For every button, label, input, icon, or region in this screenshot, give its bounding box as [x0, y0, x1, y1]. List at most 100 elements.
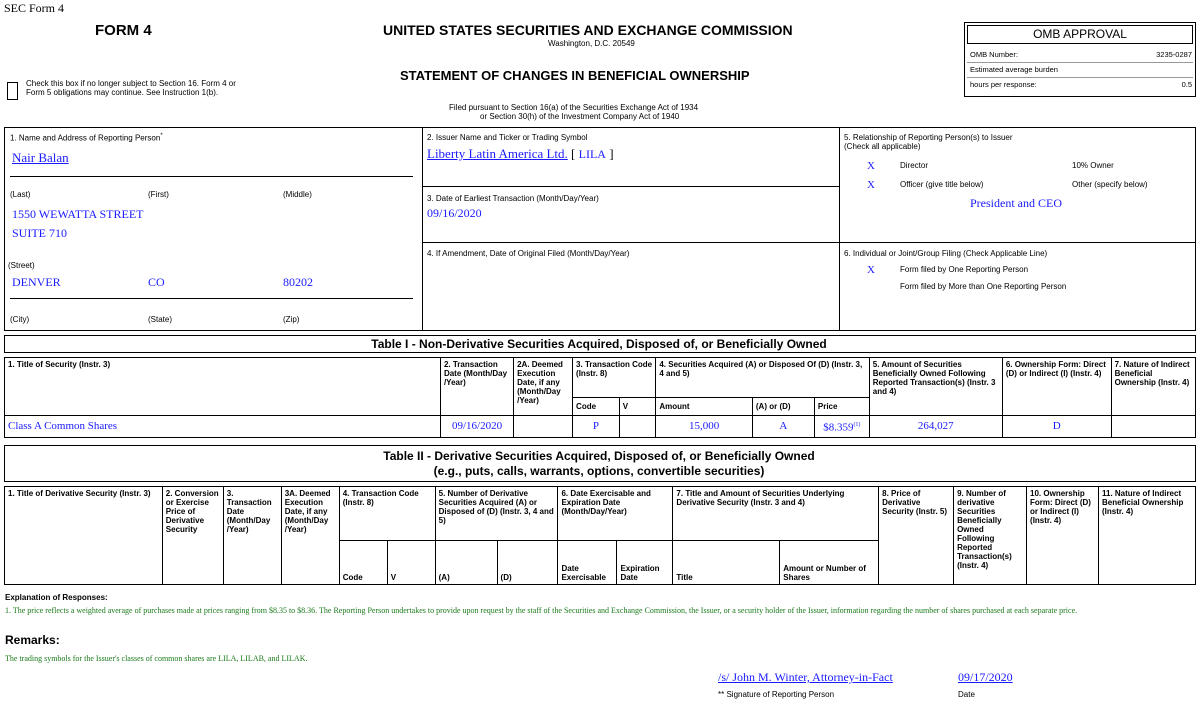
- t2-h-date-exercisable: Date Exercisable: [557, 540, 618, 585]
- director-label: Director: [900, 161, 929, 170]
- form-title: FORM 4: [95, 22, 152, 39]
- t1-amount: 15,000: [655, 415, 753, 438]
- t1-v: [618, 415, 657, 438]
- table2-subtitle: (e.g., puts, calls, warrants, options, c…: [433, 464, 765, 478]
- relationship-sublabel: (Check all applicable): [844, 142, 921, 151]
- t2-h-underlying-title: Title: [672, 540, 781, 585]
- filed-pursuant-line1: Filed pursuant to Section 16(a) of the S…: [449, 103, 699, 112]
- state-value: CO: [148, 275, 165, 289]
- remarks-text: The trading symbols for the Issuer's cla…: [5, 654, 308, 663]
- table1: 1. Title of Security (Instr. 3) 2. Trans…: [4, 357, 1197, 438]
- t2-h-expiration: Expiration Date: [616, 540, 674, 585]
- table1-title: Table I - Non-Derivative Securities Acqu…: [371, 337, 827, 351]
- t2-h-ownership-form: 10. Ownership Form: Direct (D) or Indire…: [1026, 486, 1099, 585]
- earliest-transaction-box: 3. Date of Earliest Transaction (Month/D…: [422, 186, 840, 243]
- t1-price: $8.359(1): [813, 415, 870, 438]
- t1-h-ownership-form: 6. Ownership Form: Direct (D) or Indirec…: [1001, 357, 1112, 416]
- issuer-box: 2. Issuer Name and Ticker or Trading Sym…: [422, 127, 840, 187]
- t2-h-exercisable: 6. Date Exercisable and Expiration Date …: [557, 486, 674, 541]
- street-line2: SUITE 710: [12, 226, 67, 240]
- signature-label: ** Signature of Reporting Person: [718, 690, 835, 699]
- date-label: Date: [958, 690, 975, 699]
- t2-h-d-sub: (D): [496, 540, 559, 585]
- issuer-label: 2. Issuer Name and Ticker or Trading Sym…: [427, 133, 588, 142]
- omb-hours-label: hours per response:: [970, 80, 1037, 89]
- agency-title: UNITED STATES SECURITIES AND EXCHANGE CO…: [383, 22, 793, 38]
- t1-h-acquired: 4. Securities Acquired (A) or Disposed O…: [655, 357, 870, 398]
- t1-h-amount-sub: Amount: [655, 397, 753, 416]
- filing-type-label: 6. Individual or Joint/Group Filing (Che…: [844, 249, 1048, 258]
- section16-checkbox-label: Check this box if no longer subject to S…: [26, 79, 236, 97]
- reporting-person-name-link[interactable]: Nair Balan: [12, 150, 69, 166]
- omb-burden-label: Estimated average burden: [970, 65, 1058, 74]
- issuer-name-link[interactable]: Liberty Latin America Ltd.: [427, 146, 568, 161]
- ticker-bracket-open: [: [571, 146, 576, 161]
- zip-label: (Zip): [283, 315, 300, 324]
- t1-h-code: 3. Transaction Code (Instr. 8): [572, 357, 657, 398]
- t2-h-code-sub: Code: [338, 540, 388, 585]
- footnote-1: 1. The price reflects a weighted average…: [5, 606, 1078, 615]
- state-label: (State): [148, 315, 173, 324]
- t2-h-conversion: 2. Conversion or Exercise Price of Deriv…: [161, 486, 224, 585]
- officer-label: Officer (give title below): [900, 180, 984, 189]
- earliest-transaction-date: 09/16/2020: [427, 206, 482, 220]
- t2-h-title: 1. Title of Derivative Security (Instr. …: [4, 486, 163, 585]
- street-line1: 1550 WEWATTA STREET: [12, 207, 144, 221]
- t1-h-nature: 7. Nature of Indirect Beneficial Ownersh…: [1110, 357, 1197, 416]
- more-persons-label: Form filed by More than One Reporting Pe…: [900, 282, 1067, 291]
- t1-price-footnote[interactable]: (1): [853, 422, 860, 428]
- t1-h-aord-sub: (A) or (D): [751, 397, 815, 416]
- t1-h-v-sub: V: [618, 397, 657, 416]
- t1-h-price-sub: Price: [813, 397, 870, 416]
- t1-h-date: 2. Transaction Date (Month/Day /Year): [439, 357, 515, 416]
- table2-title: Table II - Derivative Securities Acquire…: [383, 449, 815, 463]
- section16-checkbox[interactable]: [7, 82, 18, 100]
- omb-hours: 0.5: [1181, 80, 1192, 89]
- signature-link[interactable]: /s/ John M. Winter, Attorney-in-Fact: [718, 670, 893, 685]
- one-person-check[interactable]: X: [867, 264, 875, 276]
- t1-h-title: 1. Title of Security (Instr. 3): [4, 357, 441, 416]
- t2-h-price: 8. Price of Derivative Security (Instr. …: [878, 486, 955, 585]
- filing-type-box: 6. Individual or Joint/Group Filing (Che…: [839, 242, 1196, 331]
- first-name-label: (First): [148, 190, 169, 199]
- t2-h-deemed: 3A. Deemed Execution Date, if any (Month…: [280, 486, 340, 585]
- t1-security-title: Class A Common Shares: [4, 415, 441, 438]
- t1-nature: [1110, 415, 1197, 438]
- t1-deemed-date: [513, 415, 574, 438]
- omb-number-row: OMB Number: 3235-0287: [970, 50, 1192, 59]
- signature-date-link[interactable]: 09/17/2020: [958, 670, 1013, 685]
- issuer-line: Liberty Latin America Ltd. [ LILA ]: [427, 146, 614, 162]
- t2-h-underlying: 7. Title and Amount of Securities Underl…: [672, 486, 880, 541]
- t2-h-date: 3. Transaction Date (Month/Day /Year): [222, 486, 282, 585]
- zip-value: 80202: [283, 275, 313, 289]
- other-label: Other (specify below): [1072, 180, 1148, 189]
- explanation-heading: Explanation of Responses:: [5, 593, 108, 602]
- omb-number-label: OMB Number:: [970, 50, 1018, 59]
- statement-title: STATEMENT OF CHANGES IN BENEFICIAL OWNER…: [400, 68, 750, 83]
- t2-h-code: 4. Transaction Code (Instr. 8): [338, 486, 436, 541]
- t2-h-nature: 11. Nature of Indirect Beneficial Owners…: [1097, 486, 1197, 585]
- t1-transaction-date: 09/16/2020: [439, 415, 515, 438]
- ticker-bracket-close: ]: [609, 146, 614, 161]
- t2-h-number: 5. Number of Derivative Securities Acqui…: [434, 486, 559, 541]
- officer-check[interactable]: X: [867, 179, 875, 191]
- omb-number: 3235-0287: [1156, 50, 1192, 59]
- agency-city: Washington, D.C. 20549: [548, 39, 635, 48]
- t2-h-v-sub: V: [386, 540, 436, 585]
- omb-hours-row: hours per response: 0.5: [970, 80, 1192, 89]
- t1-code: P: [572, 415, 620, 438]
- city-value: DENVER: [12, 275, 61, 289]
- amendment-box: 4. If Amendment, Date of Original Filed …: [422, 242, 840, 331]
- t2-h-number-owned: 9. Number of derivative Securities Benef…: [953, 486, 1028, 585]
- city-label: (City): [10, 315, 30, 324]
- middle-name-label: (Middle): [283, 190, 312, 199]
- relationship-box: 5. Relationship of Reporting Person(s) t…: [839, 127, 1196, 243]
- table2: 1. Title of Derivative Security (Instr. …: [4, 486, 1197, 585]
- director-check[interactable]: X: [867, 160, 875, 172]
- last-name-label: (Last): [10, 190, 31, 199]
- earliest-transaction-label: 3. Date of Earliest Transaction (Month/D…: [427, 194, 599, 203]
- t1-aord: A: [751, 415, 815, 438]
- t1-h-deemed: 2A. Deemed Execution Date, if any (Month…: [513, 357, 574, 416]
- sec-form-label: SEC Form 4: [4, 1, 65, 15]
- ticker-symbol: LILA: [578, 147, 606, 161]
